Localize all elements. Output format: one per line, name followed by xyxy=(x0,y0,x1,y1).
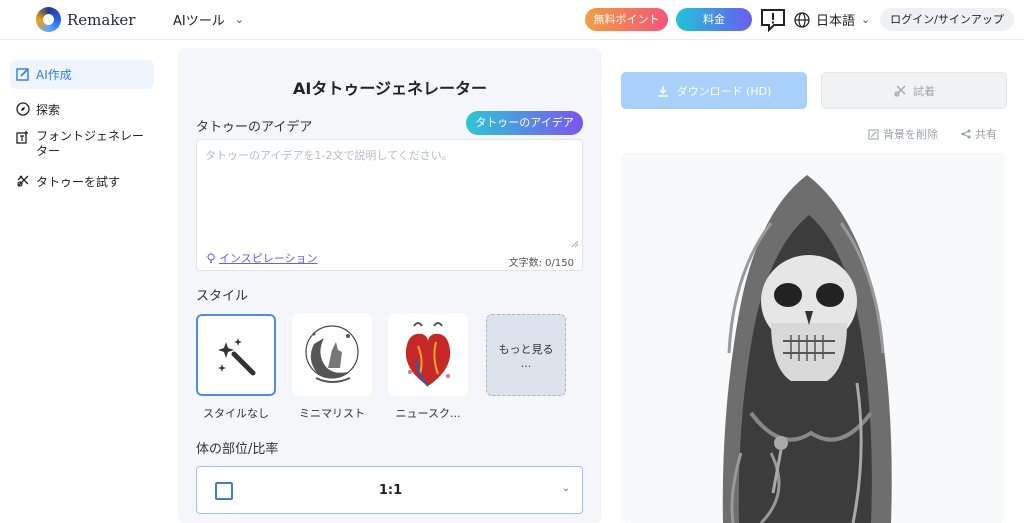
sidebar: AI作成 探索 フォントジェネレーター タトゥーを試す xyxy=(0,40,162,523)
more-styles-button[interactable]: もっと見る ... xyxy=(486,314,566,396)
download-hd-button[interactable]: ダウンロード (HD) xyxy=(621,72,807,109)
tattoo-idea-button[interactable]: タトゥーのアイデア xyxy=(466,111,583,135)
ratio-value: 1:1 xyxy=(378,483,403,498)
logo-text: Remaker xyxy=(67,10,136,29)
resize-handle-icon[interactable] xyxy=(571,240,579,248)
sidebar-item-label: フォントジェネレーター xyxy=(36,129,145,158)
language-label: 日本語 xyxy=(816,14,856,29)
pricing-button[interactable]: 料金 xyxy=(676,8,752,31)
share-label: 共有 xyxy=(975,128,997,141)
char-counter: 文字数: 0/150 xyxy=(508,258,574,269)
body-ratio-label: 体の部位/比率 xyxy=(196,442,279,457)
top-header: Remaker AIツール ⌄ 無料ポイント 料金 日本語 ⌄ ログイン/サイン… xyxy=(0,0,1024,40)
style-name: スタイルなし xyxy=(203,407,269,420)
style-card-minimalist[interactable] xyxy=(292,314,372,396)
style-card-new-school[interactable] xyxy=(388,314,468,396)
remaker-logo-icon xyxy=(36,7,61,32)
magic-wand-icon xyxy=(218,338,256,376)
feedback-icon[interactable] xyxy=(760,8,786,32)
page-title: AIタトゥージェネレーター xyxy=(292,79,488,98)
tattoo-preview xyxy=(621,153,1005,523)
idea-placeholder: タトゥーのアイデアを1-2文で説明してください。 xyxy=(205,149,453,162)
tattoo-icon xyxy=(17,175,29,187)
style-name: ミニマリスト xyxy=(299,407,365,420)
idea-label: タトゥーのアイデア xyxy=(196,120,313,135)
sidebar-item-font-generator[interactable]: フォントジェネレーター xyxy=(10,123,154,165)
login-signup-button[interactable]: ログイン/サインアップ xyxy=(880,8,1014,31)
remove-bg-label: 背景を削除 xyxy=(883,128,938,141)
inspiration-label: インスピレーション xyxy=(219,252,318,265)
hooded-skull-tattoo-image xyxy=(722,175,892,523)
minimalist-wolf-moon-thumbnail xyxy=(305,325,359,383)
sidebar-item-label: AI作成 xyxy=(36,68,72,82)
chevron-down-icon: ⌄ xyxy=(561,483,570,494)
generator-form-panel: AIタトゥージェネレーター タトゥーのアイデア タトゥーのアイデア タトゥーのア… xyxy=(178,48,602,523)
sidebar-item-try-tattoo[interactable]: タトゥーを試す xyxy=(10,167,154,196)
sidebar-item-ai-create[interactable]: AI作成 xyxy=(10,60,154,89)
idea-textarea[interactable]: タトゥーのアイデアを1-2文で説明してください。 インスピレーション 文字数: … xyxy=(196,139,583,271)
try-on-label: 試着 xyxy=(913,84,935,98)
share-icon xyxy=(961,129,971,139)
tattoo-machine-icon xyxy=(894,85,906,97)
chevron-down-icon: ⌄ xyxy=(861,13,871,26)
ai-tools-menu[interactable]: AIツール ⌄ xyxy=(173,10,244,29)
more-dots: ... xyxy=(520,356,532,370)
lightbulb-icon xyxy=(206,252,216,263)
more-label: もっと見る xyxy=(498,342,554,356)
inspiration-link[interactable]: インスピレーション xyxy=(205,250,318,266)
compass-icon xyxy=(16,102,30,116)
style-label: スタイル xyxy=(196,289,249,304)
download-icon xyxy=(657,85,668,97)
new-school-heart-thumbnail xyxy=(405,322,451,387)
remove-background-button[interactable]: 背景を削除 xyxy=(868,126,938,142)
logo[interactable]: Remaker xyxy=(36,7,135,32)
ai-tools-label: AIツール xyxy=(173,14,225,29)
download-label: ダウンロード (HD) xyxy=(676,84,772,98)
share-button[interactable]: 共有 xyxy=(961,126,997,142)
globe-icon xyxy=(794,11,810,28)
remove-bg-icon xyxy=(868,129,879,139)
sidebar-item-label: 探索 xyxy=(36,103,61,117)
edit-icon xyxy=(16,68,29,81)
ratio-select[interactable]: 1:1 ⌄ xyxy=(196,466,583,514)
sidebar-item-explore[interactable]: 探索 xyxy=(10,95,154,124)
sidebar-item-label: タトゥーを試す xyxy=(36,175,121,189)
free-points-button[interactable]: 無料ポイント xyxy=(585,8,668,31)
language-selector[interactable]: 日本語 ⌄ xyxy=(794,10,870,29)
style-name: ニュースク... xyxy=(395,407,461,420)
try-on-button[interactable]: 試着 xyxy=(821,72,1007,109)
chevron-down-icon: ⌄ xyxy=(234,13,244,26)
style-card-none[interactable] xyxy=(196,314,276,396)
font-icon xyxy=(16,131,28,144)
